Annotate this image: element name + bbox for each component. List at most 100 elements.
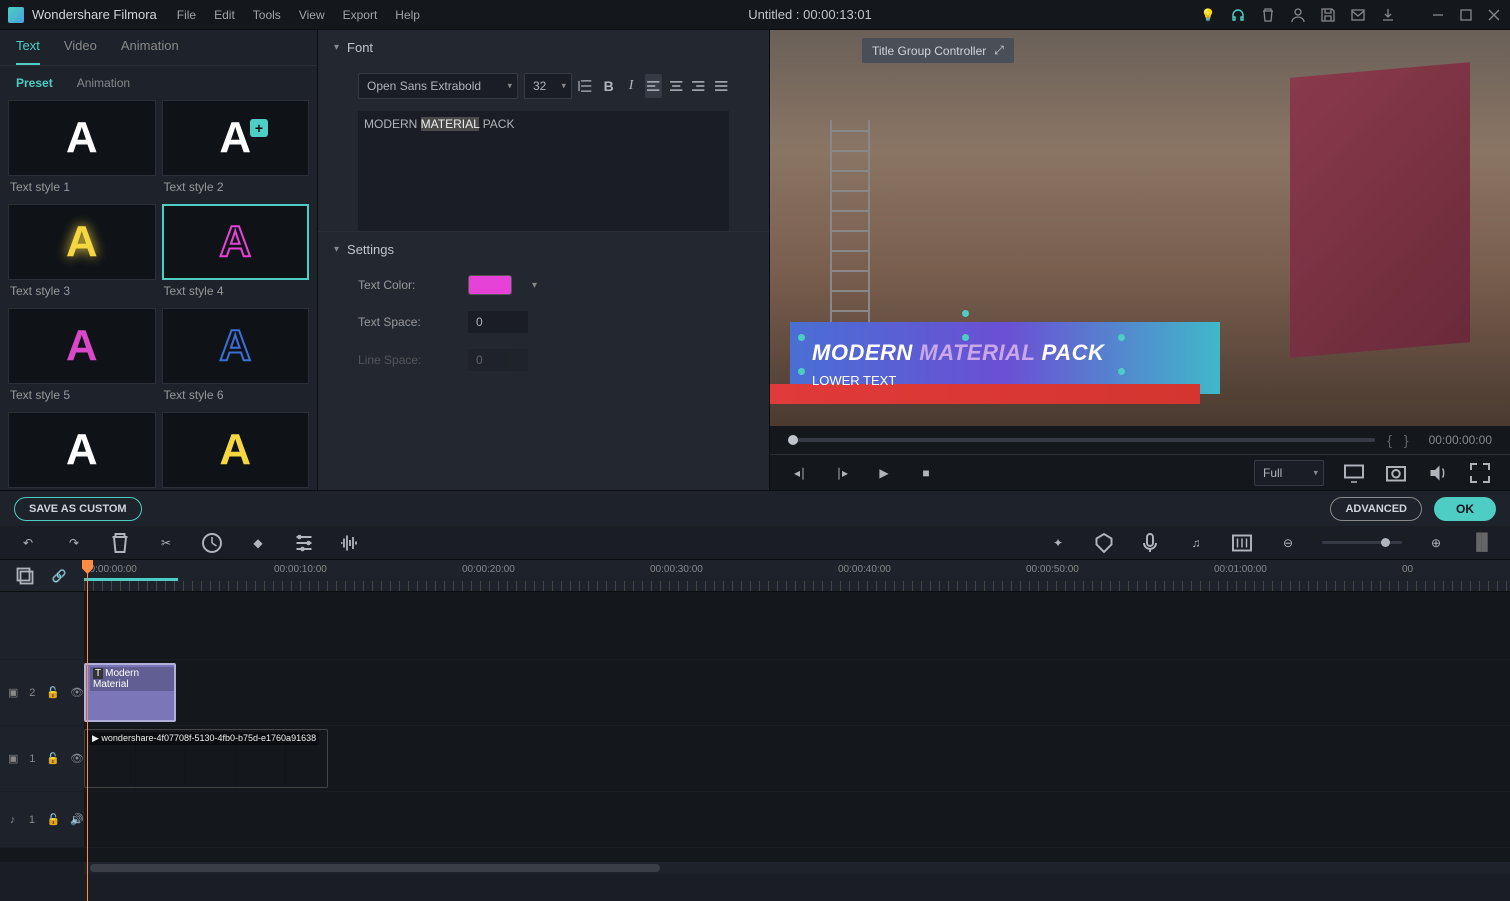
zoom-slider[interactable] xyxy=(1322,541,1402,544)
snapshot-icon[interactable] xyxy=(1384,461,1408,485)
line-height-icon[interactable] xyxy=(578,74,594,98)
menu-help[interactable]: Help xyxy=(395,8,420,22)
timeline: ↶ ↷ ✂ ◆ ✦ ♫ ⊖ ⊕ ▐▌ 🔗 00:00:00:00 00:00:1… xyxy=(0,526,1510,874)
redo-icon[interactable]: ↷ xyxy=(62,531,86,555)
next-frame-icon[interactable]: ∣▸ xyxy=(830,461,854,485)
font-family-select[interactable]: Open Sans Extrabold xyxy=(358,73,518,99)
title-group-controller-badge[interactable]: Title Group Controller⤢ xyxy=(862,38,1014,63)
align-justify-icon[interactable] xyxy=(713,74,729,98)
mark-in-icon[interactable]: { xyxy=(1387,432,1392,448)
mail-icon[interactable] xyxy=(1350,7,1366,23)
duplicate-icon[interactable] xyxy=(13,564,37,588)
advanced-button[interactable]: ADVANCED xyxy=(1330,497,1422,521)
timeline-ruler[interactable]: 00:00:00:00 00:00:10:00 00:00:20:00 00:0… xyxy=(84,560,1510,591)
tab-animation[interactable]: Animation xyxy=(121,38,179,65)
close-icon[interactable] xyxy=(1486,7,1502,23)
menu-export[interactable]: Export xyxy=(343,8,378,22)
bold-icon[interactable]: B xyxy=(600,74,616,98)
prev-frame-icon[interactable]: ◂∣ xyxy=(788,461,812,485)
ok-button[interactable]: OK xyxy=(1434,497,1496,521)
preview-video[interactable]: Title Group Controller⤢ MODERN MATERIAL … xyxy=(770,30,1510,426)
menu-tools[interactable]: Tools xyxy=(253,8,281,22)
download-icon[interactable] xyxy=(1380,7,1396,23)
play-icon[interactable]: ▶ xyxy=(872,461,896,485)
mark-out-icon[interactable]: } xyxy=(1404,432,1409,448)
tab-video[interactable]: Video xyxy=(64,38,97,65)
eye-icon[interactable]: 👁 xyxy=(70,752,84,766)
settings-section-header[interactable]: ▾Settings xyxy=(318,231,769,267)
text-content-input[interactable]: MODERN MATERIAL PACK xyxy=(358,111,729,231)
volume-icon[interactable] xyxy=(1426,461,1450,485)
display-icon[interactable] xyxy=(1342,461,1366,485)
crop-icon[interactable]: ◆ xyxy=(246,531,270,555)
subtab-animation[interactable]: Animation xyxy=(77,76,130,90)
text-style-1[interactable]: AText style 1 xyxy=(8,100,156,202)
text-style-8[interactable]: A xyxy=(162,412,310,488)
clip-text-title[interactable]: TModern Material xyxy=(84,663,176,722)
line-space-label: Line Space: xyxy=(358,353,448,367)
zoom-in-icon[interactable]: ⊕ xyxy=(1424,531,1448,555)
mixer-icon[interactable] xyxy=(1230,531,1254,555)
lightbulb-icon[interactable]: 💡 xyxy=(1200,7,1216,23)
headphones-icon[interactable] xyxy=(1230,7,1246,23)
menu-file[interactable]: File xyxy=(177,8,196,22)
text-style-2[interactable]: A+Text style 2 xyxy=(162,100,310,202)
text-style-6[interactable]: AText style 6 xyxy=(162,308,310,410)
align-right-icon[interactable] xyxy=(690,74,706,98)
font-size-select[interactable]: 32 xyxy=(524,73,572,99)
mute-icon[interactable]: 🔊 xyxy=(70,813,84,827)
adjust-icon[interactable] xyxy=(292,531,316,555)
line-space-input[interactable] xyxy=(468,349,528,371)
text-space-input[interactable] xyxy=(468,311,528,333)
minimize-icon[interactable] xyxy=(1430,7,1446,23)
align-center-icon[interactable] xyxy=(668,74,684,98)
eye-icon[interactable]: 👁 xyxy=(70,686,84,700)
app-logo xyxy=(8,7,24,23)
save-as-custom-button[interactable]: SAVE AS CUSTOM xyxy=(14,497,142,521)
timeline-scrollbar[interactable] xyxy=(84,862,1510,874)
text-style-7[interactable]: A xyxy=(8,412,156,488)
text-style-5[interactable]: AText style 5 xyxy=(8,308,156,410)
undo-icon[interactable]: ↶ xyxy=(16,531,40,555)
chevron-down-icon[interactable]: ▾ xyxy=(532,280,537,291)
voiceover-icon[interactable] xyxy=(1138,531,1162,555)
track-video-icon: ▣ xyxy=(8,686,18,700)
user-icon[interactable] xyxy=(1290,7,1306,23)
playhead[interactable] xyxy=(87,560,88,901)
maximize-icon[interactable] xyxy=(1458,7,1474,23)
render-icon[interactable]: ✦ xyxy=(1046,531,1070,555)
italic-icon[interactable]: I xyxy=(623,74,639,98)
text-color-swatch[interactable] xyxy=(468,275,512,295)
font-section-header[interactable]: ▾Font xyxy=(318,30,769,65)
fullscreen-icon[interactable] xyxy=(1468,461,1492,485)
link-icon[interactable]: 🔗 xyxy=(47,564,71,588)
track-audio-icon: ♪ xyxy=(8,813,17,827)
track-video-icon: ▣ xyxy=(8,752,18,766)
lock-icon[interactable]: 🔓 xyxy=(47,813,61,827)
text-style-4[interactable]: AText style 4 xyxy=(162,204,310,306)
align-left-icon[interactable] xyxy=(645,74,661,98)
trash-icon[interactable] xyxy=(1260,7,1276,23)
save-icon[interactable] xyxy=(1320,7,1336,23)
preview-quality-select[interactable]: Full xyxy=(1254,460,1324,486)
delete-icon[interactable] xyxy=(108,531,132,555)
zoom-fit-icon[interactable]: ▐▌ xyxy=(1470,531,1494,555)
clip-video-main[interactable]: ▶ wondershare-4f07708f-5130-4fb0-b75d-e1… xyxy=(84,729,328,788)
lock-icon[interactable]: 🔓 xyxy=(46,752,60,766)
music-icon[interactable]: ♫ xyxy=(1184,531,1208,555)
lock-icon[interactable]: 🔓 xyxy=(46,686,60,700)
marker-icon[interactable] xyxy=(1092,531,1116,555)
text-style-3[interactable]: AText style 3 xyxy=(8,204,156,306)
menu-view[interactable]: View xyxy=(299,8,325,22)
track-audio: ♪1 🔓 🔊 xyxy=(0,792,1510,848)
menu-edit[interactable]: Edit xyxy=(214,8,235,22)
subtab-preset[interactable]: Preset xyxy=(16,76,53,90)
split-icon[interactable]: ✂ xyxy=(154,531,178,555)
zoom-out-icon[interactable]: ⊖ xyxy=(1276,531,1300,555)
stop-icon[interactable]: ■ xyxy=(914,461,938,485)
scrub-track[interactable] xyxy=(788,438,1375,442)
speed-icon[interactable] xyxy=(200,531,224,555)
tab-text[interactable]: Text xyxy=(16,38,40,65)
audio-wave-icon[interactable] xyxy=(338,531,362,555)
title-overlay[interactable]: MODERN MATERIAL PACK LOWER TEXT xyxy=(770,322,1510,394)
